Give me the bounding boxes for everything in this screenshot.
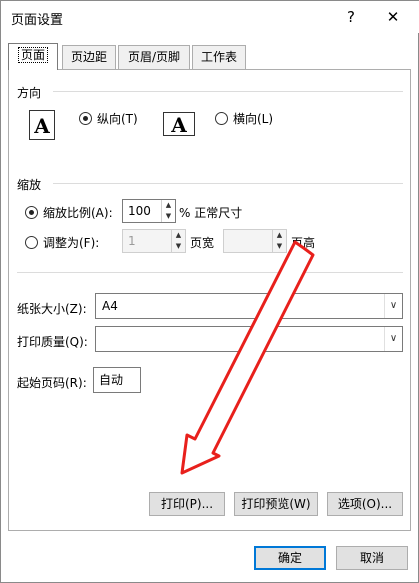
first-page-number-input[interactable]: 自动: [93, 367, 141, 393]
orientation-divider: [53, 91, 403, 92]
fit-to-label[interactable]: 调整为(F):: [43, 234, 99, 251]
spin-up-icon[interactable]: ▲: [273, 230, 286, 241]
adjust-to-radio[interactable]: [25, 206, 38, 219]
tab-sheet[interactable]: 工作表: [192, 45, 246, 69]
landscape-page-icon: A: [163, 112, 195, 137]
fit-wide-suffix: 页宽: [190, 236, 215, 250]
portrait-page-icon: A: [29, 110, 55, 140]
help-button[interactable]: ?: [333, 3, 369, 31]
portrait-radio[interactable]: [79, 112, 92, 125]
options-button[interactable]: 选项(O)...: [327, 492, 403, 516]
page-setup-dialog: 页面设置 ? ✕ 页面 页边距 页眉/页脚 工作表 方向 A 纵向(T) A 横…: [0, 0, 419, 583]
tab-page[interactable]: 页面: [8, 43, 58, 70]
print-quality-select[interactable]: ∨: [95, 326, 403, 352]
spin-up-icon[interactable]: ▲: [172, 230, 185, 241]
scaling-divider: [53, 183, 403, 184]
chevron-down-icon[interactable]: ∨: [384, 294, 402, 318]
spin-down-icon[interactable]: ▼: [273, 241, 286, 252]
print-quality-label: 打印质量(Q):: [17, 335, 88, 349]
orientation-section-label: 方向: [17, 84, 42, 101]
window-title: 页面设置: [11, 13, 64, 28]
fit-to-radio[interactable]: [25, 236, 38, 249]
spin-up-icon[interactable]: ▲: [162, 200, 175, 211]
adjust-to-label[interactable]: 缩放比例(A):: [43, 204, 113, 221]
fit-pages-wide-spinner[interactable]: ▲ ▼: [171, 230, 185, 252]
first-page-number-label: 起始页码(R):: [17, 376, 87, 390]
fit-pages-tall-spinner[interactable]: ▲ ▼: [272, 230, 286, 252]
chevron-down-icon[interactable]: ∨: [384, 327, 402, 351]
scaling-section-label: 缩放: [17, 176, 42, 193]
close-button[interactable]: ✕: [375, 3, 411, 31]
scale-percent-spinner[interactable]: ▲ ▼: [161, 200, 175, 222]
cancel-button[interactable]: 取消: [336, 546, 408, 570]
print-button[interactable]: 打印(P)...: [149, 492, 225, 516]
title-bar: 页面设置 ? ✕: [1, 1, 419, 33]
fit-tall-suffix: 页高: [291, 236, 316, 250]
paper-size-select[interactable]: A4 ∨: [95, 293, 403, 319]
portrait-label[interactable]: 纵向(T): [97, 110, 138, 127]
tab-margins[interactable]: 页边距: [62, 45, 116, 69]
print-preview-button[interactable]: 打印预览(W): [234, 492, 318, 516]
spin-down-icon[interactable]: ▼: [172, 241, 185, 252]
landscape-radio[interactable]: [215, 112, 228, 125]
paper-size-value: A4: [102, 299, 118, 313]
scale-suffix-label: % 正常尺寸: [179, 206, 243, 220]
page-tab-panel: 方向 A 纵向(T) A 横向(L) 缩放 缩放比例(A): 100 ▲ ▼ %…: [8, 69, 411, 531]
tab-page-label: 页面: [17, 47, 48, 63]
paper-size-label: 纸张大小(Z):: [17, 302, 87, 316]
tab-header-footer[interactable]: 页眉/页脚: [118, 45, 190, 69]
ok-button[interactable]: 确定: [254, 546, 326, 570]
landscape-label[interactable]: 横向(L): [233, 110, 273, 127]
spin-down-icon[interactable]: ▼: [162, 211, 175, 222]
paper-divider: [17, 272, 403, 273]
